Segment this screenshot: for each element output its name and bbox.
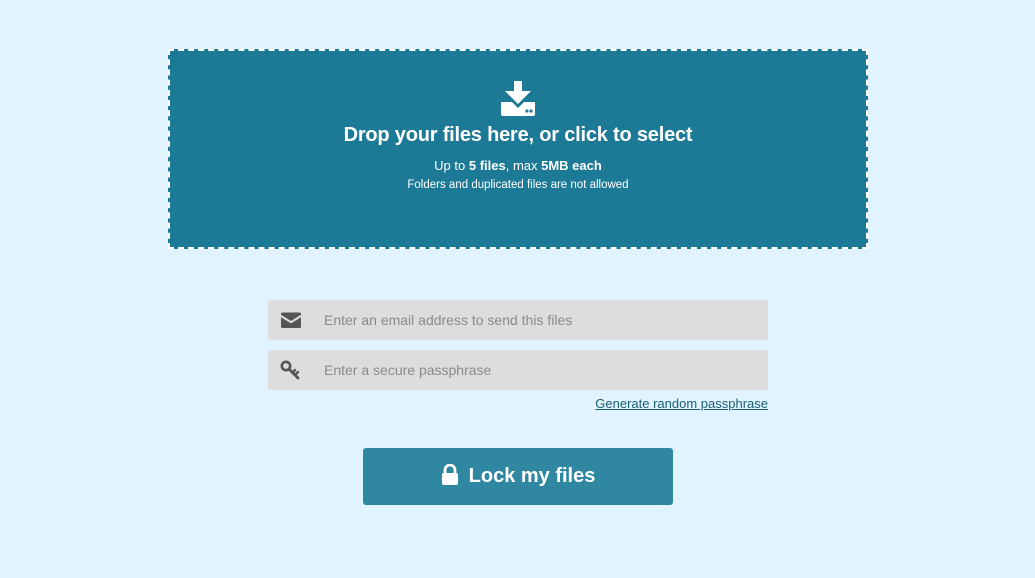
dropzone-limits: Up to 5 files, max 5MB each: [170, 158, 866, 173]
lock-icon: [441, 463, 458, 485]
download-tray-icon: [501, 81, 535, 116]
envelope-icon: [281, 312, 301, 328]
email-input[interactable]: [324, 300, 754, 340]
generate-passphrase-link[interactable]: Generate random passphrase: [595, 396, 768, 411]
limits-prefix: Up to: [434, 158, 469, 173]
file-dropzone[interactable]: Drop your files here, or click to select…: [168, 49, 868, 249]
limits-middle: , max: [505, 158, 542, 173]
limits-file-count: 5 files: [468, 158, 506, 173]
passphrase-field: [268, 350, 768, 390]
email-field: [268, 300, 768, 340]
lock-files-button[interactable]: Lock my files: [363, 448, 673, 505]
lock-files-label: Lock my files: [468, 465, 596, 487]
passphrase-input[interactable]: [324, 350, 754, 390]
key-icon: [280, 360, 300, 380]
limits-file-size: 5MB each: [541, 158, 602, 173]
dropzone-title: Drop your files here, or click to select: [343, 124, 693, 146]
dropzone-note: Folders and duplicated files are not all…: [407, 179, 629, 191]
